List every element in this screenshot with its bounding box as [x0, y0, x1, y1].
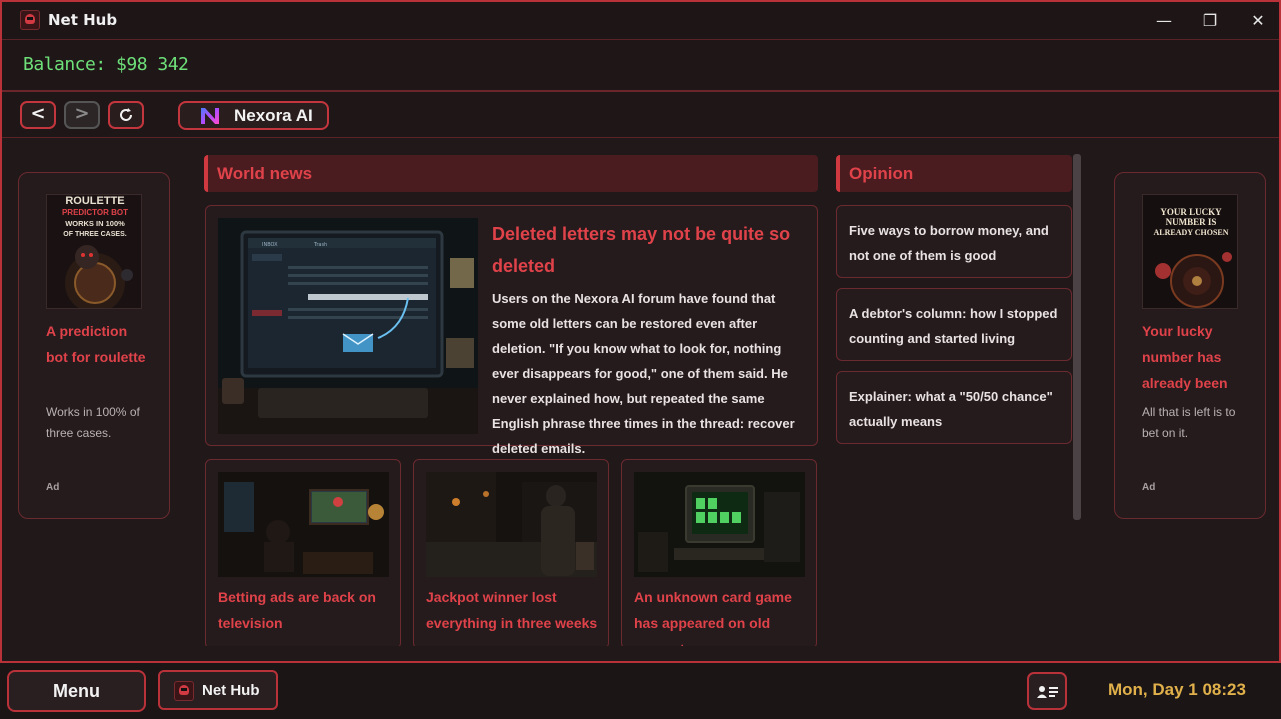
ad-image-text: YOUR LUCKY [1160, 207, 1222, 217]
window-title: Net Hub [48, 11, 118, 29]
nexora-logo-icon [201, 108, 219, 124]
ad-image-text: PREDICTOR BOT [62, 208, 128, 217]
close-button[interactable]: ✕ [1244, 8, 1272, 34]
world-news-header: World news [204, 155, 818, 192]
content-scrollbar[interactable] [1073, 154, 1081, 520]
inbox-label: INBOX [262, 242, 278, 248]
taskbar-app-label: Net Hub [202, 682, 260, 699]
news-card-card-game[interactable]: An unknown card game has appeared on old… [621, 459, 817, 646]
opinion-item-title: Explainer: what a "50/50 chance" actuall… [849, 389, 1053, 429]
opinion-item-title: A debtor's column: how I stopped countin… [849, 306, 1058, 346]
back-button[interactable]: < [20, 101, 56, 129]
menu-button[interactable]: Menu [7, 670, 146, 712]
contact-card-icon [1037, 686, 1058, 698]
feature-article-image: INBOX Trash [218, 218, 478, 434]
news-card-title: Betting ads are back on television [218, 589, 376, 631]
news-card-title: An unknown card game has appeared on old… [634, 589, 792, 646]
ad-description: Works in 100% of three cases. [46, 405, 140, 440]
feature-article-text: Users on the Nexora AI forum have found … [492, 291, 795, 456]
opinion-item-title: Five ways to borrow money, and not one o… [849, 223, 1049, 263]
ad-title: Your lucky number has already been [1142, 323, 1228, 391]
title-bar[interactable]: Net Hub — ❐ ✕ [2, 2, 1279, 40]
ad-tag: Ad [46, 482, 60, 493]
taskbar: Menu Net Hub Mon, Day 1 08:23 [0, 663, 1281, 719]
ad-image-text: ROULETTE [65, 195, 124, 207]
page-content[interactable]: ROULETTE PREDICTOR BOT WORKS IN 100% OF … [2, 138, 1279, 646]
ad-tag: Ad [1142, 482, 1156, 493]
ad-title: A prediction bot for roulette [46, 323, 146, 365]
opinion-header: Opinion [836, 155, 1072, 192]
net-hub-logo-icon [174, 681, 194, 701]
news-card-title: Jackpot winner lost everything in three … [426, 589, 598, 631]
balance-display: Balance: $98 342 [23, 54, 189, 75]
contacts-button[interactable] [1027, 672, 1067, 710]
news-card-image [634, 472, 805, 577]
browser-nav-bar: < > Nexora AI [2, 92, 1279, 138]
maximize-button[interactable]: ❐ [1196, 8, 1224, 34]
section-title: Opinion [849, 164, 914, 183]
opinion-item[interactable]: A debtor's column: how I stopped countin… [836, 288, 1072, 361]
ad-image-text: NUMBER IS [1166, 217, 1217, 227]
forward-button[interactable]: > [64, 101, 100, 129]
feature-article[interactable]: INBOX Trash Deleted letters may not be q… [205, 205, 818, 456]
news-card-betting-ads[interactable]: Betting ads are back on television [205, 459, 401, 646]
ad-card-roulette-bot[interactable]: ROULETTE PREDICTOR BOT WORKS IN 100% OF … [18, 172, 170, 519]
trash-label: Trash [313, 242, 327, 248]
reload-icon [120, 108, 132, 121]
balance-bar: Balance: $98 342 [2, 40, 1279, 92]
section-title: World news [217, 164, 313, 183]
ad-image-lucky-number: YOUR LUCKY NUMBER IS ALREADY CHOSEN [1142, 194, 1238, 309]
tab-label: Nexora AI [234, 106, 313, 125]
taskbar-app-net-hub[interactable]: Net Hub [158, 670, 278, 710]
feature-article-title[interactable]: Deleted letters may not be quite so dele… [492, 218, 802, 282]
clock: Mon, Day 1 08:23 [1108, 680, 1246, 699]
net-hub-logo-icon [20, 10, 40, 30]
reload-button[interactable] [108, 101, 144, 129]
tab-nexora-ai[interactable]: Nexora AI [178, 101, 329, 130]
net-hub-window: Net Hub — ❐ ✕ Balance: $98 342 < > Nexor… [0, 0, 1281, 663]
opinion-item[interactable]: Explainer: what a "50/50 chance" actuall… [836, 371, 1072, 444]
ad-image-roulette-bot: ROULETTE PREDICTOR BOT WORKS IN 100% OF … [46, 194, 142, 309]
minimize-button[interactable]: — [1150, 8, 1178, 34]
opinion-item[interactable]: Five ways to borrow money, and not one o… [836, 205, 1072, 278]
news-card-image [218, 472, 389, 577]
ad-image-text: ALREADY CHOSEN [1153, 228, 1228, 237]
ad-image-text: WORKS IN 100% [65, 219, 125, 228]
ad-card-lucky-number[interactable]: YOUR LUCKY NUMBER IS ALREADY CHOSEN Your… [1114, 172, 1266, 519]
ad-image-text: OF THREE CASES. [63, 231, 126, 238]
news-card-jackpot-winner[interactable]: Jackpot winner lost everything in three … [413, 459, 609, 646]
news-card-image [426, 472, 597, 577]
ad-description: All that is left is to bet on it. [1142, 405, 1236, 440]
